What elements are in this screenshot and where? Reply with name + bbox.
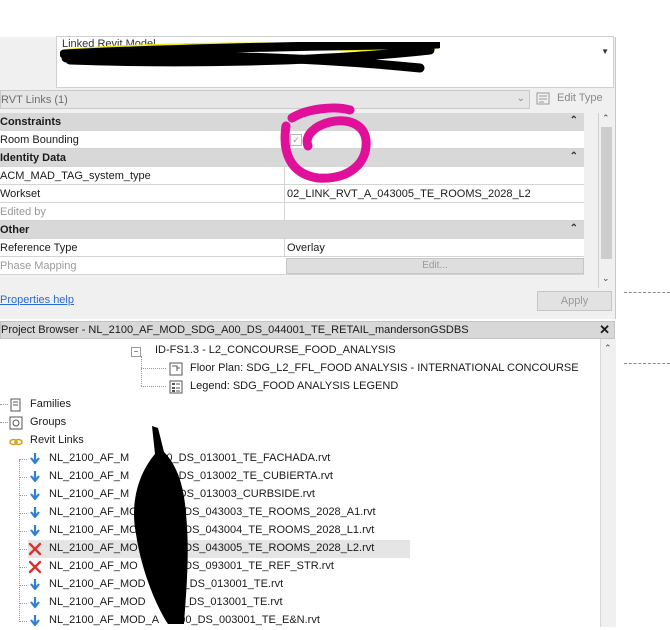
phase-mapping-edit-button[interactable]: Edit... <box>286 258 584 274</box>
chevron-down-icon[interactable]: ⌄ <box>517 93 525 104</box>
loaded-arrow-icon <box>30 615 40 627</box>
link-label: NL_2100_AF_MO A00_DS_043005_TE_ROOMS_202… <box>49 542 375 554</box>
collapse-icon[interactable]: ⌃ <box>570 115 578 126</box>
loaded-arrow-icon <box>30 489 40 501</box>
reference-type-value[interactable]: Overlay <box>287 242 325 254</box>
collapse-icon[interactable]: ⌃ <box>570 223 578 234</box>
revit-link-item[interactable]: NL_2100_AF_MO A00_DS_043003_TE_ROOMS_202… <box>19 504 588 522</box>
highlight-circle-annotation <box>280 103 371 183</box>
project-browser-header: Project Browser - NL_2100_AF_MOD_SDG_A00… <box>0 321 615 339</box>
scrollbar-thumb[interactable] <box>601 127 612 259</box>
redaction-scribble <box>134 426 188 624</box>
properties-scrollbar[interactable]: ⌃ ⌄ <box>598 113 615 288</box>
view-dash-line <box>624 363 670 364</box>
loaded-arrow-icon <box>30 525 40 537</box>
loaded-arrow-icon <box>30 597 40 609</box>
scroll-up-icon[interactable]: ⌃ <box>602 113 610 124</box>
legend-icon <box>169 380 183 394</box>
edit-type-button[interactable]: Edit Type <box>536 91 616 108</box>
workset-value[interactable]: 02_LINK_RVT_A_043005_TE_ROOMS_2028_L2 <box>287 188 531 200</box>
link-label: NL_2100_AF_MO A00_DS_043003_TE_ROOMS_202… <box>49 506 376 518</box>
group-label: Other <box>0 224 30 236</box>
tree-groups-node[interactable]: Groups <box>0 414 600 432</box>
revit-links-icon <box>9 438 23 446</box>
property-row-phase-mapping: Phase Mapping Edit... <box>0 257 584 275</box>
view-dash-line <box>624 292 670 293</box>
property-name: ACM_MAD_TAG_system_type <box>0 170 151 182</box>
families-icon <box>10 398 21 412</box>
edit-type-label: Edit Type <box>557 92 603 104</box>
edit-type-icon <box>536 92 550 105</box>
node-label: Revit Links <box>30 434 84 446</box>
project-browser-scrollbar[interactable]: ⌃ <box>600 339 616 627</box>
tree-view-node[interactable]: Floor Plan: SDG_L2_FFL_FOOD ANALYSIS - I… <box>0 360 600 378</box>
apply-button[interactable]: Apply <box>537 291 612 311</box>
link-label: NL_2100_AF_MO A00_DS_043004_TE_ROOMS_202… <box>49 524 375 536</box>
loaded-arrow-icon <box>30 507 40 519</box>
property-name: Reference Type <box>0 242 78 254</box>
revit-link-item[interactable]: NL_2100_AF_MOD F00_DS_013001_TE.rvt <box>19 594 588 612</box>
revit-link-item[interactable]: NL_2100_AF_MOD E00_DS_013001_TE.rvt <box>19 576 588 594</box>
scroll-down-icon[interactable]: ⌄ <box>602 273 610 284</box>
view-label: Legend: SDG_FOOD ANALYSIS LEGEND <box>190 380 399 392</box>
triangle-down-icon[interactable]: ▼ <box>601 47 609 56</box>
groups-icon <box>9 416 23 430</box>
revit-link-item[interactable]: NL_2100_AF_MO A00_DS_093001_TE_REF_STR.r… <box>19 558 588 576</box>
project-browser-title: Project Browser - NL_2100_AF_MOD_SDG_A00… <box>1 324 469 336</box>
revit-link-item[interactable]: NL_2100_AF_MO A00_DS_043005_TE_ROOMS_202… <box>19 540 410 558</box>
property-name: Edited by <box>0 206 46 218</box>
tree-revit-links-node[interactable]: Revit Links <box>0 432 600 450</box>
group-other[interactable]: Other ⌃ <box>0 221 584 239</box>
property-name: Workset <box>0 188 41 200</box>
node-label: Families <box>30 398 71 410</box>
unloaded-x-icon <box>28 542 42 556</box>
tree-families-node[interactable]: Families <box>0 396 600 414</box>
collapse-icon[interactable]: − <box>131 347 141 357</box>
group-label: Identity Data <box>0 152 67 164</box>
collapse-icon[interactable]: ⌃ <box>570 151 578 162</box>
property-row-workset: Workset 02_LINK_RVT_A_043005_TE_ROOMS_20… <box>0 185 584 203</box>
property-name: Phase Mapping <box>0 260 77 272</box>
loaded-arrow-icon <box>30 453 40 465</box>
close-icon[interactable]: ✕ <box>599 322 610 338</box>
floor-plan-icon <box>169 362 183 376</box>
property-row-reference-type: Reference Type Overlay <box>0 239 584 257</box>
loaded-arrow-icon <box>30 471 40 483</box>
group-label: Constraints <box>0 116 62 128</box>
node-label: Groups <box>30 416 67 428</box>
view-label: Floor Plan: SDG_L2_FFL_FOOD ANALYSIS - I… <box>190 362 579 374</box>
revit-link-item[interactable]: NL_2100_AF_M A00_DS_013003_CURBSIDE.rvt <box>19 486 588 504</box>
property-name: Room Bounding <box>0 134 79 146</box>
scroll-up-icon[interactable]: ⌃ <box>604 343 612 354</box>
sheet-label: ID-FS1.3 - L2_CONCOURSE_FOOD_ANALYSIS <box>155 344 396 356</box>
tree-view-node[interactable]: Legend: SDG_FOOD ANALYSIS LEGEND <box>0 378 600 396</box>
property-row-edited-by: Edited by <box>0 203 584 221</box>
unloaded-x-icon <box>28 560 42 574</box>
instance-filter-dropdown[interactable]: RVT Links (1) ⌄ <box>0 90 530 109</box>
revit-link-item[interactable]: NL_2100_AF_M A00_DS_013002_TE_CUBIERTA.r… <box>19 468 588 486</box>
redaction-scribble <box>60 42 440 73</box>
revit-link-item[interactable]: NL_2100_AF_MO A00_DS_043004_TE_ROOMS_202… <box>19 522 588 540</box>
properties-help-link[interactable]: Properties help <box>0 294 74 306</box>
tree-sheet-node[interactable]: − ID-FS1.3 - L2_CONCOURSE_FOOD_ANALYSIS <box>0 342 600 360</box>
loaded-arrow-icon <box>30 579 40 591</box>
revit-link-item[interactable]: NL_2100_AF_M A00_DS_013001_TE_FACHADA.rv… <box>19 450 588 468</box>
instance-filter-label: RVT Links (1) <box>1 94 68 106</box>
revit-link-item[interactable]: NL_2100_AF_MOD_A G00_DS_003001_TE_E&N.rv… <box>19 612 588 630</box>
